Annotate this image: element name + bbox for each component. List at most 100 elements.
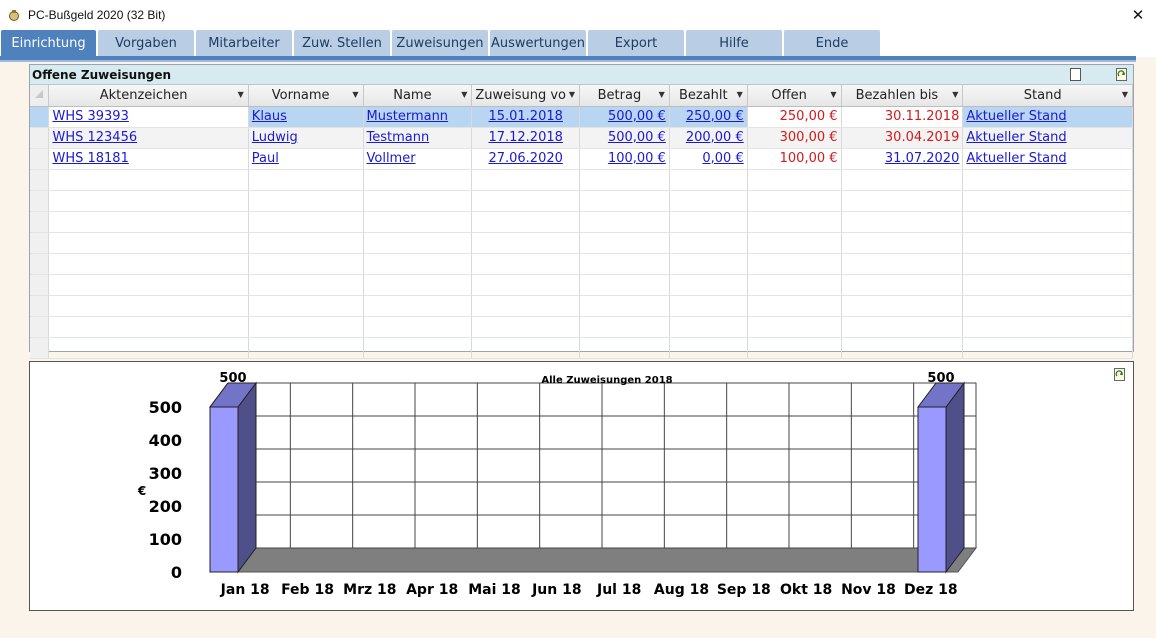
chart-x-tick-label: Mrz 18 — [343, 582, 396, 598]
cell-aktenzeichen[interactable]: WHS 123456 — [48, 127, 249, 149]
chart-data-label: 500 — [927, 371, 954, 386]
tab-ende[interactable]: Ende — [784, 30, 880, 56]
cell-stand[interactable]: Aktueller Stand — [962, 106, 1133, 128]
cell-zuweisung[interactable]: 15.01.2018 — [471, 106, 581, 128]
tab-hilfe[interactable]: Hilfe — [686, 30, 782, 56]
row-selector[interactable] — [30, 127, 50, 149]
cell-offen: 250,00 € — [747, 106, 842, 128]
cell-betrag[interactable]: 100,00 € — [579, 148, 670, 170]
chart-bar — [917, 406, 947, 573]
cell-zuweisung[interactable]: 27.06.2020 — [471, 148, 581, 170]
chart-x-tick-label: Mai 18 — [468, 582, 521, 598]
empty-row — [30, 253, 1133, 275]
dropdown-icon[interactable]: ▼ — [1122, 90, 1128, 99]
row-selector-header[interactable] — [30, 85, 50, 107]
tab-auswertungen[interactable]: Auswertungen — [490, 30, 586, 56]
cell-bezahlt[interactable]: 250,00 € — [669, 106, 748, 128]
tab-zuweisungen[interactable]: Zuweisungen — [392, 30, 488, 56]
cell-stand[interactable]: Aktueller Stand — [962, 148, 1133, 170]
table-row[interactable]: WHS 18181 Paul Vollmer 27.06.2020 100,00… — [30, 148, 1133, 170]
dropdown-icon[interactable]: ▼ — [737, 90, 743, 99]
empty-row — [30, 232, 1133, 254]
col-header-offen[interactable]: Offen ▼ — [747, 85, 842, 107]
col-header-betrag[interactable]: Betrag ▼ — [579, 85, 670, 107]
chart-data-label: 500 — [219, 371, 246, 386]
cell-aktenzeichen[interactable]: WHS 39393 — [48, 106, 249, 128]
dropdown-icon[interactable]: ▼ — [569, 90, 575, 99]
cell-offen: 100,00 € — [747, 148, 842, 170]
title-bar: PC-Bußgeld 2020 (32 Bit) ✕ — [0, 0, 1156, 29]
dropdown-icon[interactable]: ▼ — [352, 90, 358, 99]
cell-name[interactable]: Mustermann — [363, 106, 473, 128]
cell-name[interactable]: Testmann — [363, 127, 473, 149]
cell-aktenzeichen[interactable]: WHS 18181 — [48, 148, 249, 170]
cell-stand[interactable]: Aktueller Stand — [962, 127, 1133, 149]
empty-row — [30, 337, 1133, 359]
select-all-icon — [35, 89, 44, 98]
chart-bar-side — [237, 381, 257, 574]
chart-refresh-icon[interactable] — [1114, 368, 1125, 381]
cell-bezahlt[interactable]: 0,00 € — [669, 148, 748, 170]
cell-name[interactable]: Vollmer — [363, 148, 473, 170]
new-record-icon[interactable] — [1068, 67, 1083, 82]
col-header-aktenzeichen[interactable]: Aktenzeichen ▼ — [48, 85, 249, 107]
chart-y-axis-label: € — [137, 484, 146, 498]
chart-x-tick-label: Feb 18 — [281, 582, 334, 598]
cell-zuweisung[interactable]: 17.12.2018 — [471, 127, 581, 149]
row-selector[interactable] — [30, 106, 50, 128]
grid-title: Offene Zuweisungen — [30, 65, 1133, 85]
chart-y-tick-label: 0 — [171, 563, 182, 582]
cell-bezahlt[interactable]: 200,00 € — [669, 127, 748, 149]
app-icon — [9, 9, 19, 21]
col-header-bezahlt[interactable]: Bezahlt ▼ — [669, 85, 748, 107]
close-button[interactable]: ✕ — [1120, 0, 1156, 29]
sort-dropdown-icon[interactable]: ▼ — [952, 90, 958, 99]
chart-x-tick-label: Nov 18 — [841, 582, 896, 598]
refresh-icon[interactable] — [1114, 67, 1129, 82]
table-row[interactable]: WHS 39393 Klaus Mustermann 15.01.2018 50… — [30, 106, 1133, 128]
dropdown-icon[interactable]: ▼ — [238, 90, 244, 99]
tab-export[interactable]: Export — [588, 30, 684, 56]
chart-y-tick-label: 200 — [149, 497, 182, 516]
chart-bar — [209, 406, 239, 573]
table-row[interactable]: WHS 123456 Ludwig Testmann 17.12.2018 50… — [30, 127, 1133, 149]
chart-x-tick-label: Jan 18 — [220, 582, 270, 598]
empty-row — [30, 274, 1133, 296]
cell-vorname[interactable]: Paul — [248, 148, 364, 170]
window-title: PC-Bußgeld 2020 (32 Bit) — [28, 7, 166, 22]
tab-mitarbeiter[interactable]: Mitarbeiter — [196, 30, 292, 56]
col-header-zuweisung[interactable]: Zuweisung vo ▼ — [471, 85, 581, 107]
cell-vorname[interactable]: Ludwig — [248, 127, 364, 149]
cell-betrag[interactable]: 500,00 € — [579, 127, 670, 149]
col-header-name[interactable]: Name ▼ — [363, 85, 473, 107]
open-assignments-panel: Offene Zuweisungen Aktenzeichen ▼ Vorname… — [29, 64, 1134, 359]
cell-bezahlen-bis: 30.11.2018 — [841, 106, 964, 128]
col-header-stand[interactable]: Stand ▼ — [962, 85, 1133, 107]
cell-betrag[interactable]: 500,00 € — [579, 106, 670, 128]
tab-underline-shadow — [0, 60, 1136, 62]
assignments-chart-panel: 0 100 200 300 400 500 € Alle Zuweisungen 2018 Ja… — [29, 361, 1134, 611]
empty-row — [30, 211, 1133, 233]
chart-x-tick-label: Okt 18 — [780, 582, 832, 598]
row-selector[interactable] — [30, 148, 50, 170]
tab-zuw-stellen[interactable]: Zuw. Stellen — [294, 30, 390, 56]
assignments-table: Aktenzeichen ▼ Vorname ▼ Name ▼ Zuweisung v… — [30, 85, 1133, 359]
col-header-vorname[interactable]: Vorname ▼ — [248, 85, 364, 107]
empty-row — [30, 169, 1133, 191]
chart-y-tick-label: 500 — [149, 398, 182, 417]
chart-x-tick-label: Apr 18 — [406, 582, 458, 598]
dropdown-icon[interactable]: ▼ — [461, 90, 467, 99]
chart-y-tick-label: 100 — [149, 530, 182, 549]
chart-bar-side — [945, 381, 965, 574]
status-strip — [0, 620, 1156, 638]
col-header-bezahlen-bis[interactable]: Bezahlen bis ▼ — [841, 85, 964, 107]
dropdown-icon[interactable]: ▼ — [830, 90, 836, 99]
cell-bezahlen-bis[interactable]: 31.07.2020 — [841, 148, 964, 170]
chart-x-tick-label: Aug 18 — [654, 582, 709, 598]
cell-vorname[interactable]: Klaus — [248, 106, 364, 128]
dropdown-icon[interactable]: ▼ — [659, 90, 665, 99]
chart-y-tick-label: 400 — [149, 431, 182, 450]
tab-vorgaben[interactable]: Vorgaben — [98, 30, 194, 56]
tab-einrichtung[interactable]: Einrichtung — [1, 30, 96, 56]
chart-floor — [209, 547, 977, 573]
